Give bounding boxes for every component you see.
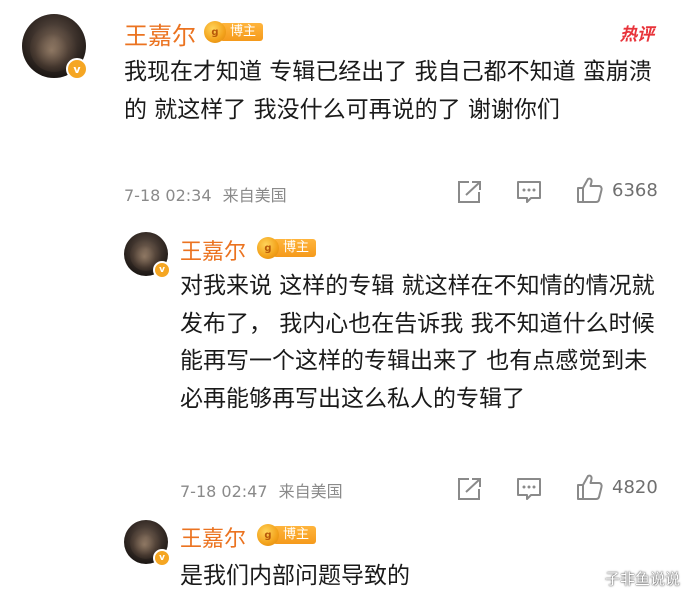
comment-meta: 7-18 02:47 来自美国 <box>180 478 343 502</box>
avatar[interactable]: v <box>124 232 171 279</box>
medal-icon: g <box>257 524 279 546</box>
like-count: 6368 <box>612 179 658 201</box>
comment-text: 是我们内部问题导致的 <box>180 563 410 589</box>
comment-meta: 7-18 02:34 来自美国 <box>124 182 287 206</box>
comment-location: 来自美国 <box>222 186 287 205</box>
share-button[interactable] <box>456 180 482 204</box>
comment-username[interactable]: 王嘉尔 <box>180 521 246 553</box>
comment-icon <box>517 478 541 500</box>
comment-username[interactable]: 王嘉尔 <box>124 16 196 51</box>
share-icon <box>458 181 481 203</box>
comment-icon <box>517 181 541 203</box>
avatar[interactable]: v <box>124 520 171 567</box>
comment-button[interactable] <box>516 180 542 204</box>
share-icon <box>458 478 481 500</box>
blogger-badge: g 博主 <box>257 524 317 546</box>
blogger-badge: g 博主 <box>257 237 317 259</box>
comment-time: 7-18 02:34 <box>124 186 212 205</box>
avatar[interactable]: v <box>22 14 88 80</box>
comment-text: 我现在才知道 专辑已经出了 我自己都不知道 蛮崩溃的 就这样了 我没什么可再说的… <box>124 59 652 123</box>
like-count: 4820 <box>612 476 658 498</box>
hot-comments-label: 热评 <box>620 25 654 45</box>
share-button[interactable] <box>456 477 482 501</box>
like-button[interactable]: 6368 <box>576 176 658 204</box>
comment-username[interactable]: 王嘉尔 <box>180 234 246 266</box>
like-icon <box>577 474 603 500</box>
verified-badge-icon: v <box>153 261 171 279</box>
like-button[interactable]: 4820 <box>576 473 658 501</box>
blogger-badge: g 博主 <box>204 21 264 43</box>
comment-text: 对我来说 这样的专辑 就这样在不知情的情况就发布了， 我内心也在告诉我 我不知道… <box>180 273 655 412</box>
watermark: 子非鱼说说 <box>604 570 680 588</box>
comment-location: 来自美国 <box>278 482 343 501</box>
like-icon <box>577 177 603 203</box>
comment-button[interactable] <box>516 477 542 501</box>
medal-icon: g <box>204 21 226 43</box>
verified-badge-icon: v <box>66 58 88 80</box>
verified-badge-icon: v <box>153 549 171 567</box>
comment-time: 7-18 02:47 <box>180 482 268 501</box>
medal-icon: g <box>257 237 279 259</box>
